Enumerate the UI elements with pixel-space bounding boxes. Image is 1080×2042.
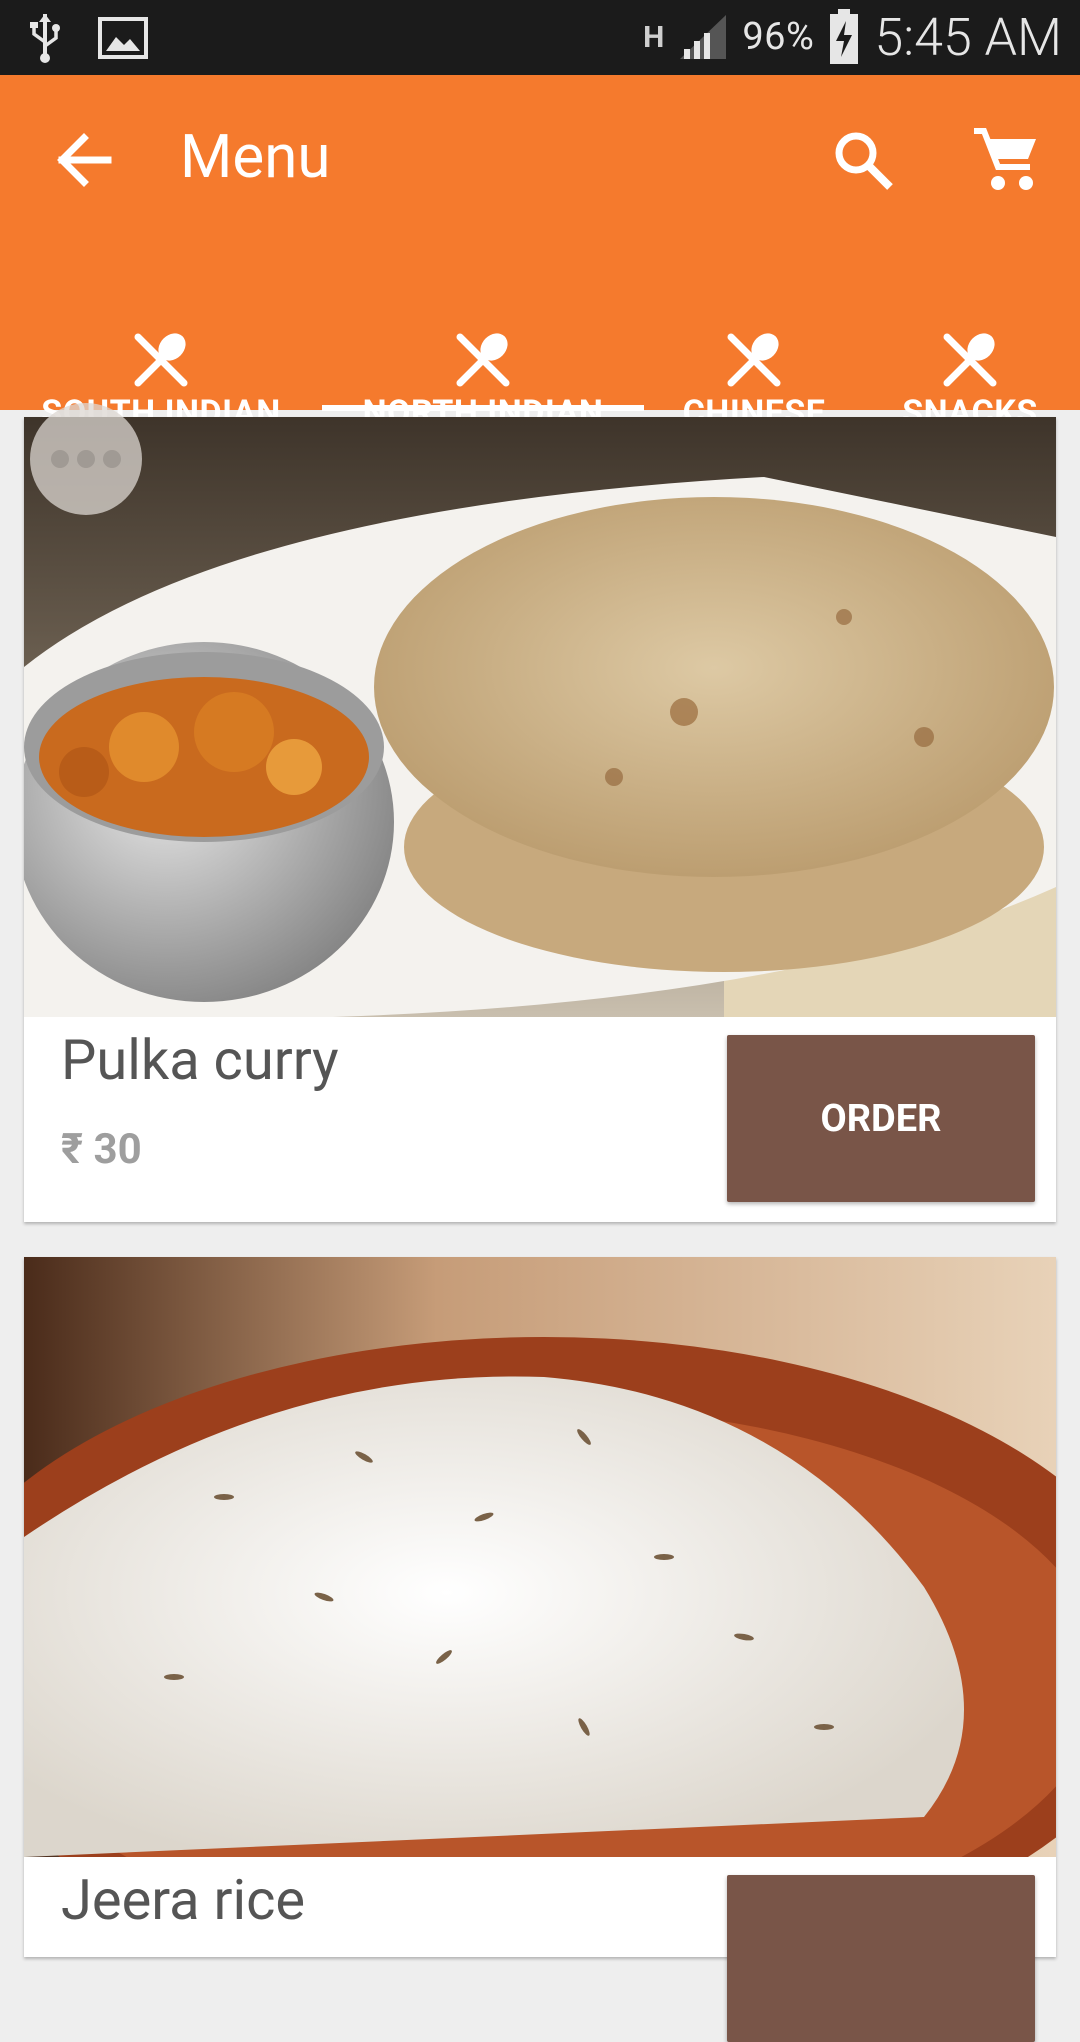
image-icon (98, 17, 148, 59)
clock: 5:45 AM (874, 6, 1062, 68)
item-name: Jeera rice (61, 1867, 306, 1933)
battery-charging-icon (830, 9, 859, 64)
utensils-icon (456, 333, 510, 387)
category-tabs: SOUTH INDIAN NORTH INDIAN CHINESE SNACKS (0, 245, 1080, 433)
order-button[interactable] (727, 1875, 1035, 2042)
page-title: Menu (180, 121, 331, 192)
tab-south-indian[interactable]: SOUTH INDIAN (20, 245, 302, 433)
menu-item-card: Jeera rice (24, 1257, 1056, 2042)
item-name: Pulka curry (61, 1027, 339, 1093)
utensils-icon (943, 333, 997, 387)
status-bar: H 96% 5:45 AM (0, 0, 1080, 75)
dot (103, 450, 121, 468)
tab-chinese[interactable]: CHINESE (664, 245, 844, 433)
toolbar: Menu (0, 75, 1080, 245)
utensils-icon (134, 333, 188, 387)
tab-north-indian[interactable]: NORTH INDIAN (322, 245, 644, 433)
order-button[interactable]: ORDER (727, 1035, 1035, 1202)
menu-item-card: Pulka curry ₹ 30 ORDER (24, 417, 1056, 1222)
search-icon[interactable] (830, 127, 900, 197)
dot (77, 450, 95, 468)
food-image (24, 1257, 1056, 1857)
food-image (24, 417, 1056, 1017)
item-price: ₹ 30 (61, 1125, 142, 1174)
usb-icon (30, 14, 60, 63)
more-options-button[interactable] (30, 403, 142, 515)
network-type-label: H (643, 19, 665, 55)
selected-tab-indicator (322, 405, 644, 411)
tab-snacks[interactable]: SNACKS (880, 245, 1060, 433)
cart-icon[interactable] (970, 125, 1042, 197)
back-arrow-icon[interactable] (50, 125, 120, 195)
signal-icon (680, 15, 727, 59)
battery-percent: 96% (742, 15, 815, 59)
utensils-icon (727, 333, 781, 387)
dot (51, 450, 69, 468)
app-bar: Menu SOUTH INDIAN NORTH INDIAN CHINESE S… (0, 75, 1080, 433)
